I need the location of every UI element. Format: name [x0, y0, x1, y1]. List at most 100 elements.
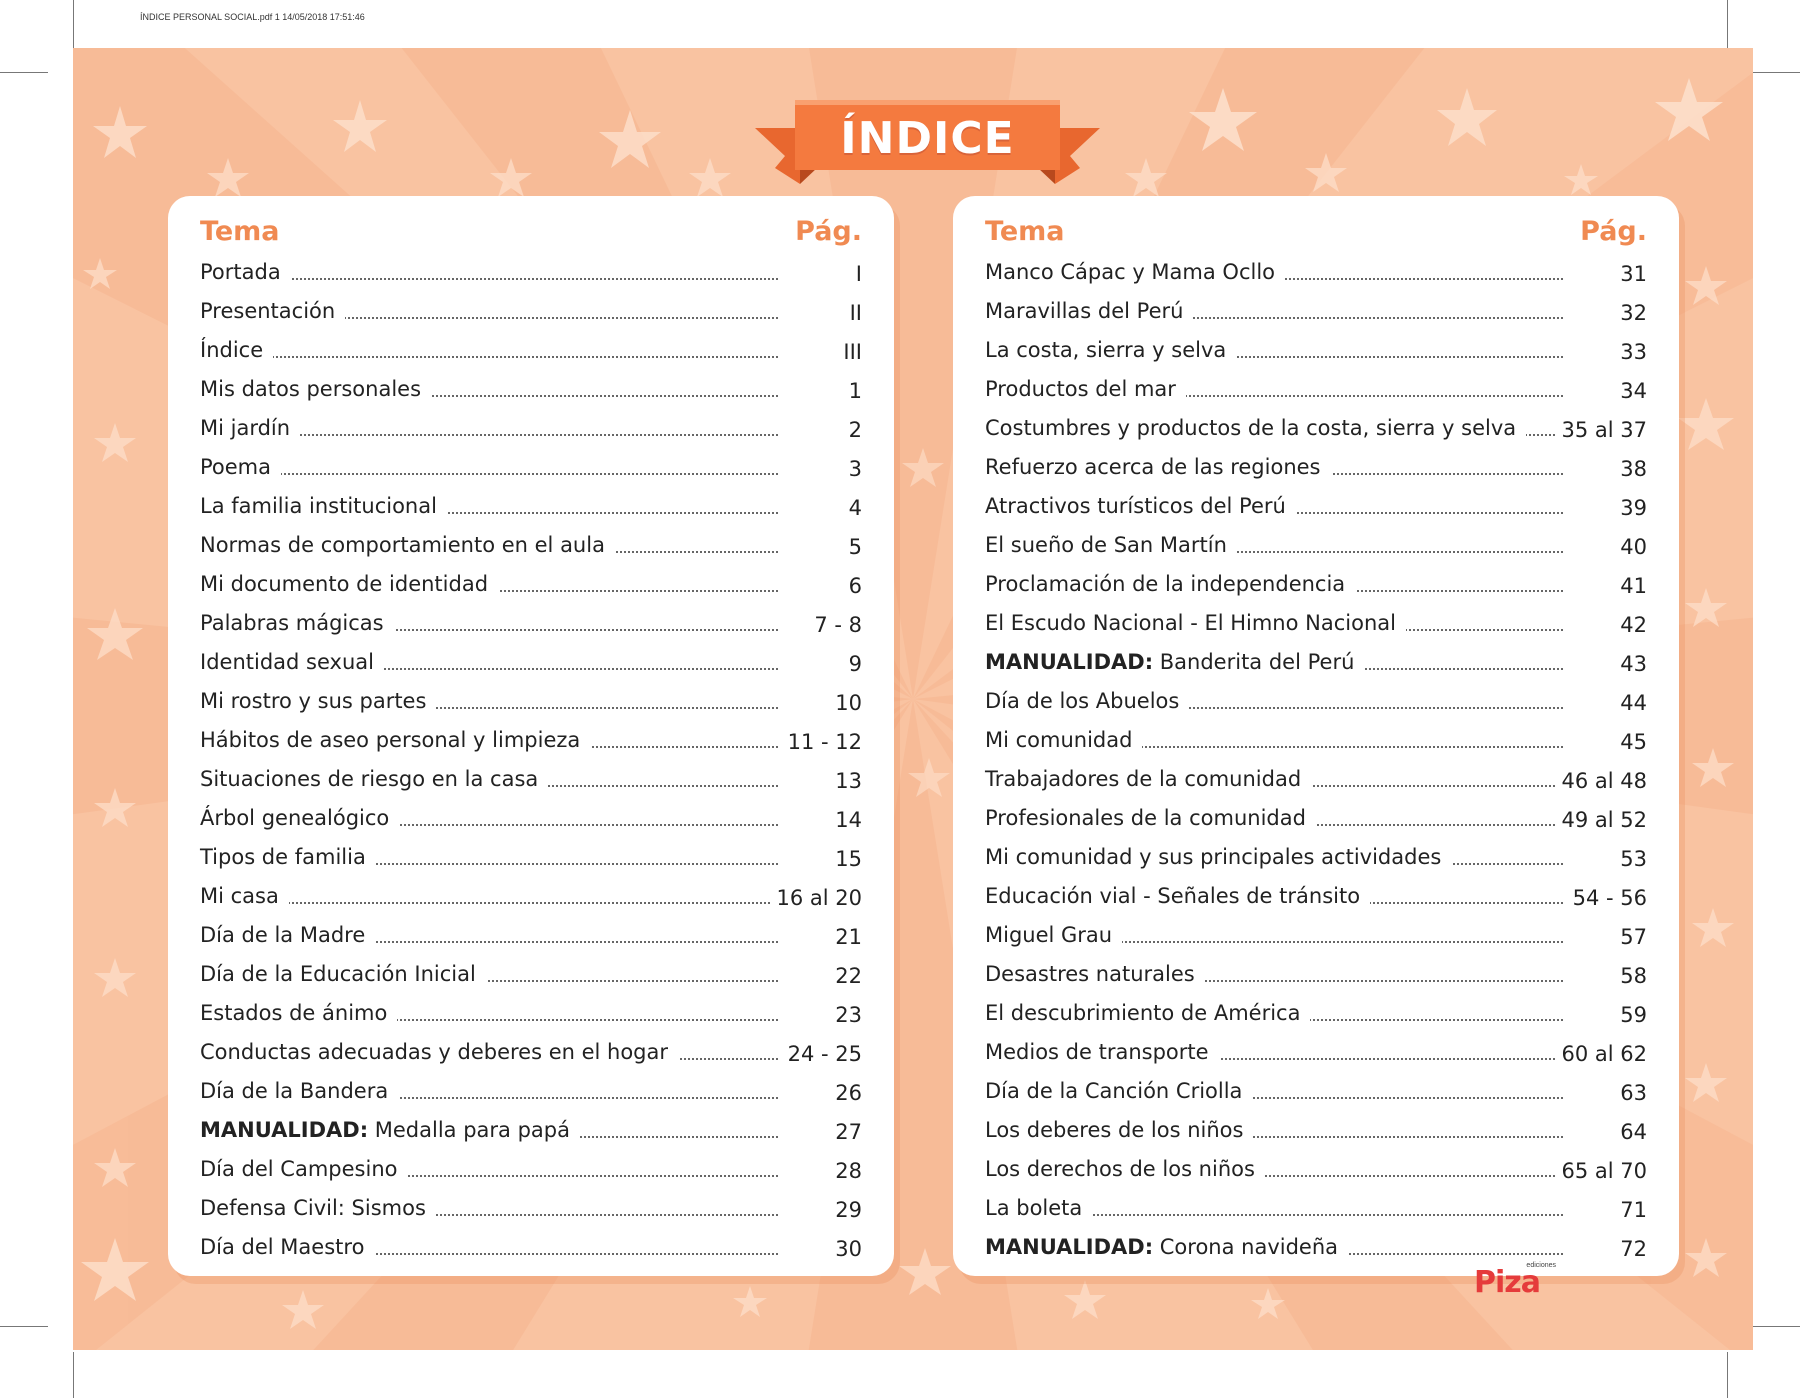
toc-entry: Identidad sexual 9 [200, 644, 862, 683]
toc-entry-text: Defensa Civil: Sismos [200, 1196, 426, 1220]
toc-entry-page: 57 [1614, 925, 1647, 949]
toc-entry-page: 54 - 56 [1566, 886, 1647, 910]
toc-entry-page: 71 [1614, 1198, 1647, 1222]
toc-entry-page: 6 [842, 574, 862, 598]
toc-entry: Situaciones de riesgo en la casa 13 [200, 761, 862, 800]
toc-entry-page: I [849, 262, 862, 286]
toc-entry-title: Día de la Bandera [200, 1079, 399, 1103]
toc-entry-title: La boleta [985, 1196, 1093, 1220]
toc-panel-right: Tema Pág. Manco Cápac y Mama Ocllo 31 Mara… [953, 196, 1679, 1276]
toc-entry-title: Árbol genealógico [200, 806, 400, 830]
toc-entry-page: 32 [1614, 301, 1647, 325]
toc-entry-text: Día del Campesino [200, 1157, 398, 1181]
toc-entry-title: Presentación [200, 299, 346, 323]
toc-entry-title: Tipos de familia [200, 845, 376, 869]
toc-entry-text: Mi casa [200, 884, 279, 908]
toc-entry-title: Medios de transporte [985, 1040, 1219, 1064]
toc-entry: Proclamación de la independencia 41 [985, 566, 1647, 605]
dot-leader [200, 473, 778, 475]
toc-entry-text: Refuerzo acerca de las regiones [985, 455, 1321, 479]
toc-entry-page: 26 [829, 1081, 862, 1105]
toc-entry-label: MANUALIDAD: [985, 1235, 1154, 1259]
toc-entry: Día del Maestro 30 [200, 1229, 862, 1268]
toc-entry-text: Desastres naturales [985, 962, 1195, 986]
toc-entry-page: 64 [1614, 1120, 1647, 1144]
toc-entry: Día de la Bandera 26 [200, 1073, 862, 1112]
toc-entry-title: Proclamación de la independencia [985, 572, 1356, 596]
toc-entry-text: La costa, sierra y selva [985, 338, 1227, 362]
toc-entry-page: 31 [1614, 262, 1647, 286]
star-icon [94, 423, 136, 462]
toc-entry-title: Normas de comportamiento en el aula [200, 533, 615, 557]
toc-entry: Árbol genealógico 14 [200, 800, 862, 839]
toc-entry-page: 14 [829, 808, 862, 832]
toc-entry-text: Mis datos personales [200, 377, 422, 401]
toc-entry: Desastres naturales 58 [985, 956, 1647, 995]
toc-entry-page: 46 al 48 [1555, 769, 1647, 793]
toc-entry-title: Los deberes de los niños [985, 1118, 1254, 1142]
toc-entry: Costumbres y productos de la costa, sier… [985, 410, 1647, 449]
toc-entry: Día de la Educación Inicial 22 [200, 956, 862, 995]
toc-entry-page: 10 [829, 691, 862, 715]
toc-entry-page: 1 [842, 379, 862, 403]
column-header-tema: Tema [985, 216, 1065, 247]
toc-entry: Mi jardín 2 [200, 410, 862, 449]
toc-entry: Mis datos personales 1 [200, 371, 862, 410]
toc-entry-page: 40 [1614, 535, 1647, 559]
toc-entry: Refuerzo acerca de las regiones 38 [985, 449, 1647, 488]
toc-entry-title: Palabras mágicas [200, 611, 394, 635]
logo-text: Piza [1474, 1265, 1541, 1300]
toc-entry-text: Los deberes de los niños [985, 1118, 1244, 1142]
toc-entry-title: La costa, sierra y selva [985, 338, 1237, 362]
toc-entry-text: El sueño de San Martín [985, 533, 1227, 557]
toc-entry-text: Atractivos turísticos del Perú [985, 494, 1286, 518]
toc-entry-title: Mi casa [200, 884, 289, 908]
toc-entry-title: Mi jardín [200, 416, 301, 440]
toc-entry: El Escudo Nacional - El Himno Nacional 42 [985, 605, 1647, 644]
star-icon [1678, 398, 1734, 450]
toc-entry: MANUALIDAD: Banderita del Perú 43 [985, 644, 1647, 683]
toc-entry: Conductas adecuadas y deberes en el hoga… [200, 1034, 862, 1073]
publisher-logo: ediciones Piza [1474, 1262, 1556, 1300]
crop-mark [73, 0, 74, 48]
toc-entry-text: Hábitos de aseo personal y limpieza [200, 728, 581, 752]
toc-entry-text: Profesionales de la comunidad [985, 806, 1306, 830]
toc-entry-title: Día de los Abuelos [985, 689, 1190, 713]
toc-entry-text: Día de la Bandera [200, 1079, 389, 1103]
toc-entry-page: 9 [842, 652, 862, 676]
star-icon [282, 1290, 324, 1329]
toc-entry: El sueño de San Martín 40 [985, 527, 1647, 566]
toc-entry-title: Día del Campesino [200, 1157, 408, 1181]
toc-entry: Portada I [200, 254, 862, 293]
star-icon [1692, 908, 1734, 947]
toc-entry-title: Refuerzo acerca de las regiones [985, 455, 1331, 479]
toc-entry-title: Mi documento de identidad [200, 572, 499, 596]
toc-entry-text: El Escudo Nacional - El Himno Nacional [985, 611, 1396, 635]
toc-entry: Trabajadores de la comunidad 46 al 48 [985, 761, 1647, 800]
toc-entry-page: 39 [1614, 496, 1647, 520]
toc-entry-title: El sueño de San Martín [985, 533, 1237, 557]
toc-entry-text: Día de los Abuelos [985, 689, 1180, 713]
toc-entry-page: 7 - 8 [808, 613, 862, 637]
page-title: ÍNDICE [840, 113, 1015, 164]
toc-entry-title: Los derechos de los niños [985, 1157, 1265, 1181]
toc-entry-title: Día de la Educación Inicial [200, 962, 486, 986]
toc-entry-text: Conductas adecuadas y deberes en el hoga… [200, 1040, 669, 1064]
toc-entry: Miguel Grau 57 [985, 917, 1647, 956]
toc-entry: Mi comunidad y sus principales actividad… [985, 839, 1647, 878]
toc-entry: Día de la Madre 21 [200, 917, 862, 956]
toc-entry: El descubrimiento de América 59 [985, 995, 1647, 1034]
toc-entry-title: Día de la Canción Criolla [985, 1079, 1253, 1103]
toc-entry-page: 24 - 25 [781, 1042, 862, 1066]
toc-entry-page: 59 [1614, 1003, 1647, 1027]
toc-entry-text: Índice [200, 338, 264, 362]
toc-entry-page: 44 [1614, 691, 1647, 715]
toc-entry-page: 22 [829, 964, 862, 988]
toc-entry-text: Costumbres y productos de la costa, sier… [985, 416, 1517, 440]
toc-entry-page: 29 [829, 1198, 862, 1222]
toc-entry: Profesionales de la comunidad 49 al 52 [985, 800, 1647, 839]
title-banner: ÍNDICE [755, 98, 1100, 184]
toc-entry-title: Conductas adecuadas y deberes en el hoga… [200, 1040, 679, 1064]
toc-entry-text: Educación vial - Señales de tránsito [985, 884, 1361, 908]
toc-entry-page: 42 [1614, 613, 1647, 637]
